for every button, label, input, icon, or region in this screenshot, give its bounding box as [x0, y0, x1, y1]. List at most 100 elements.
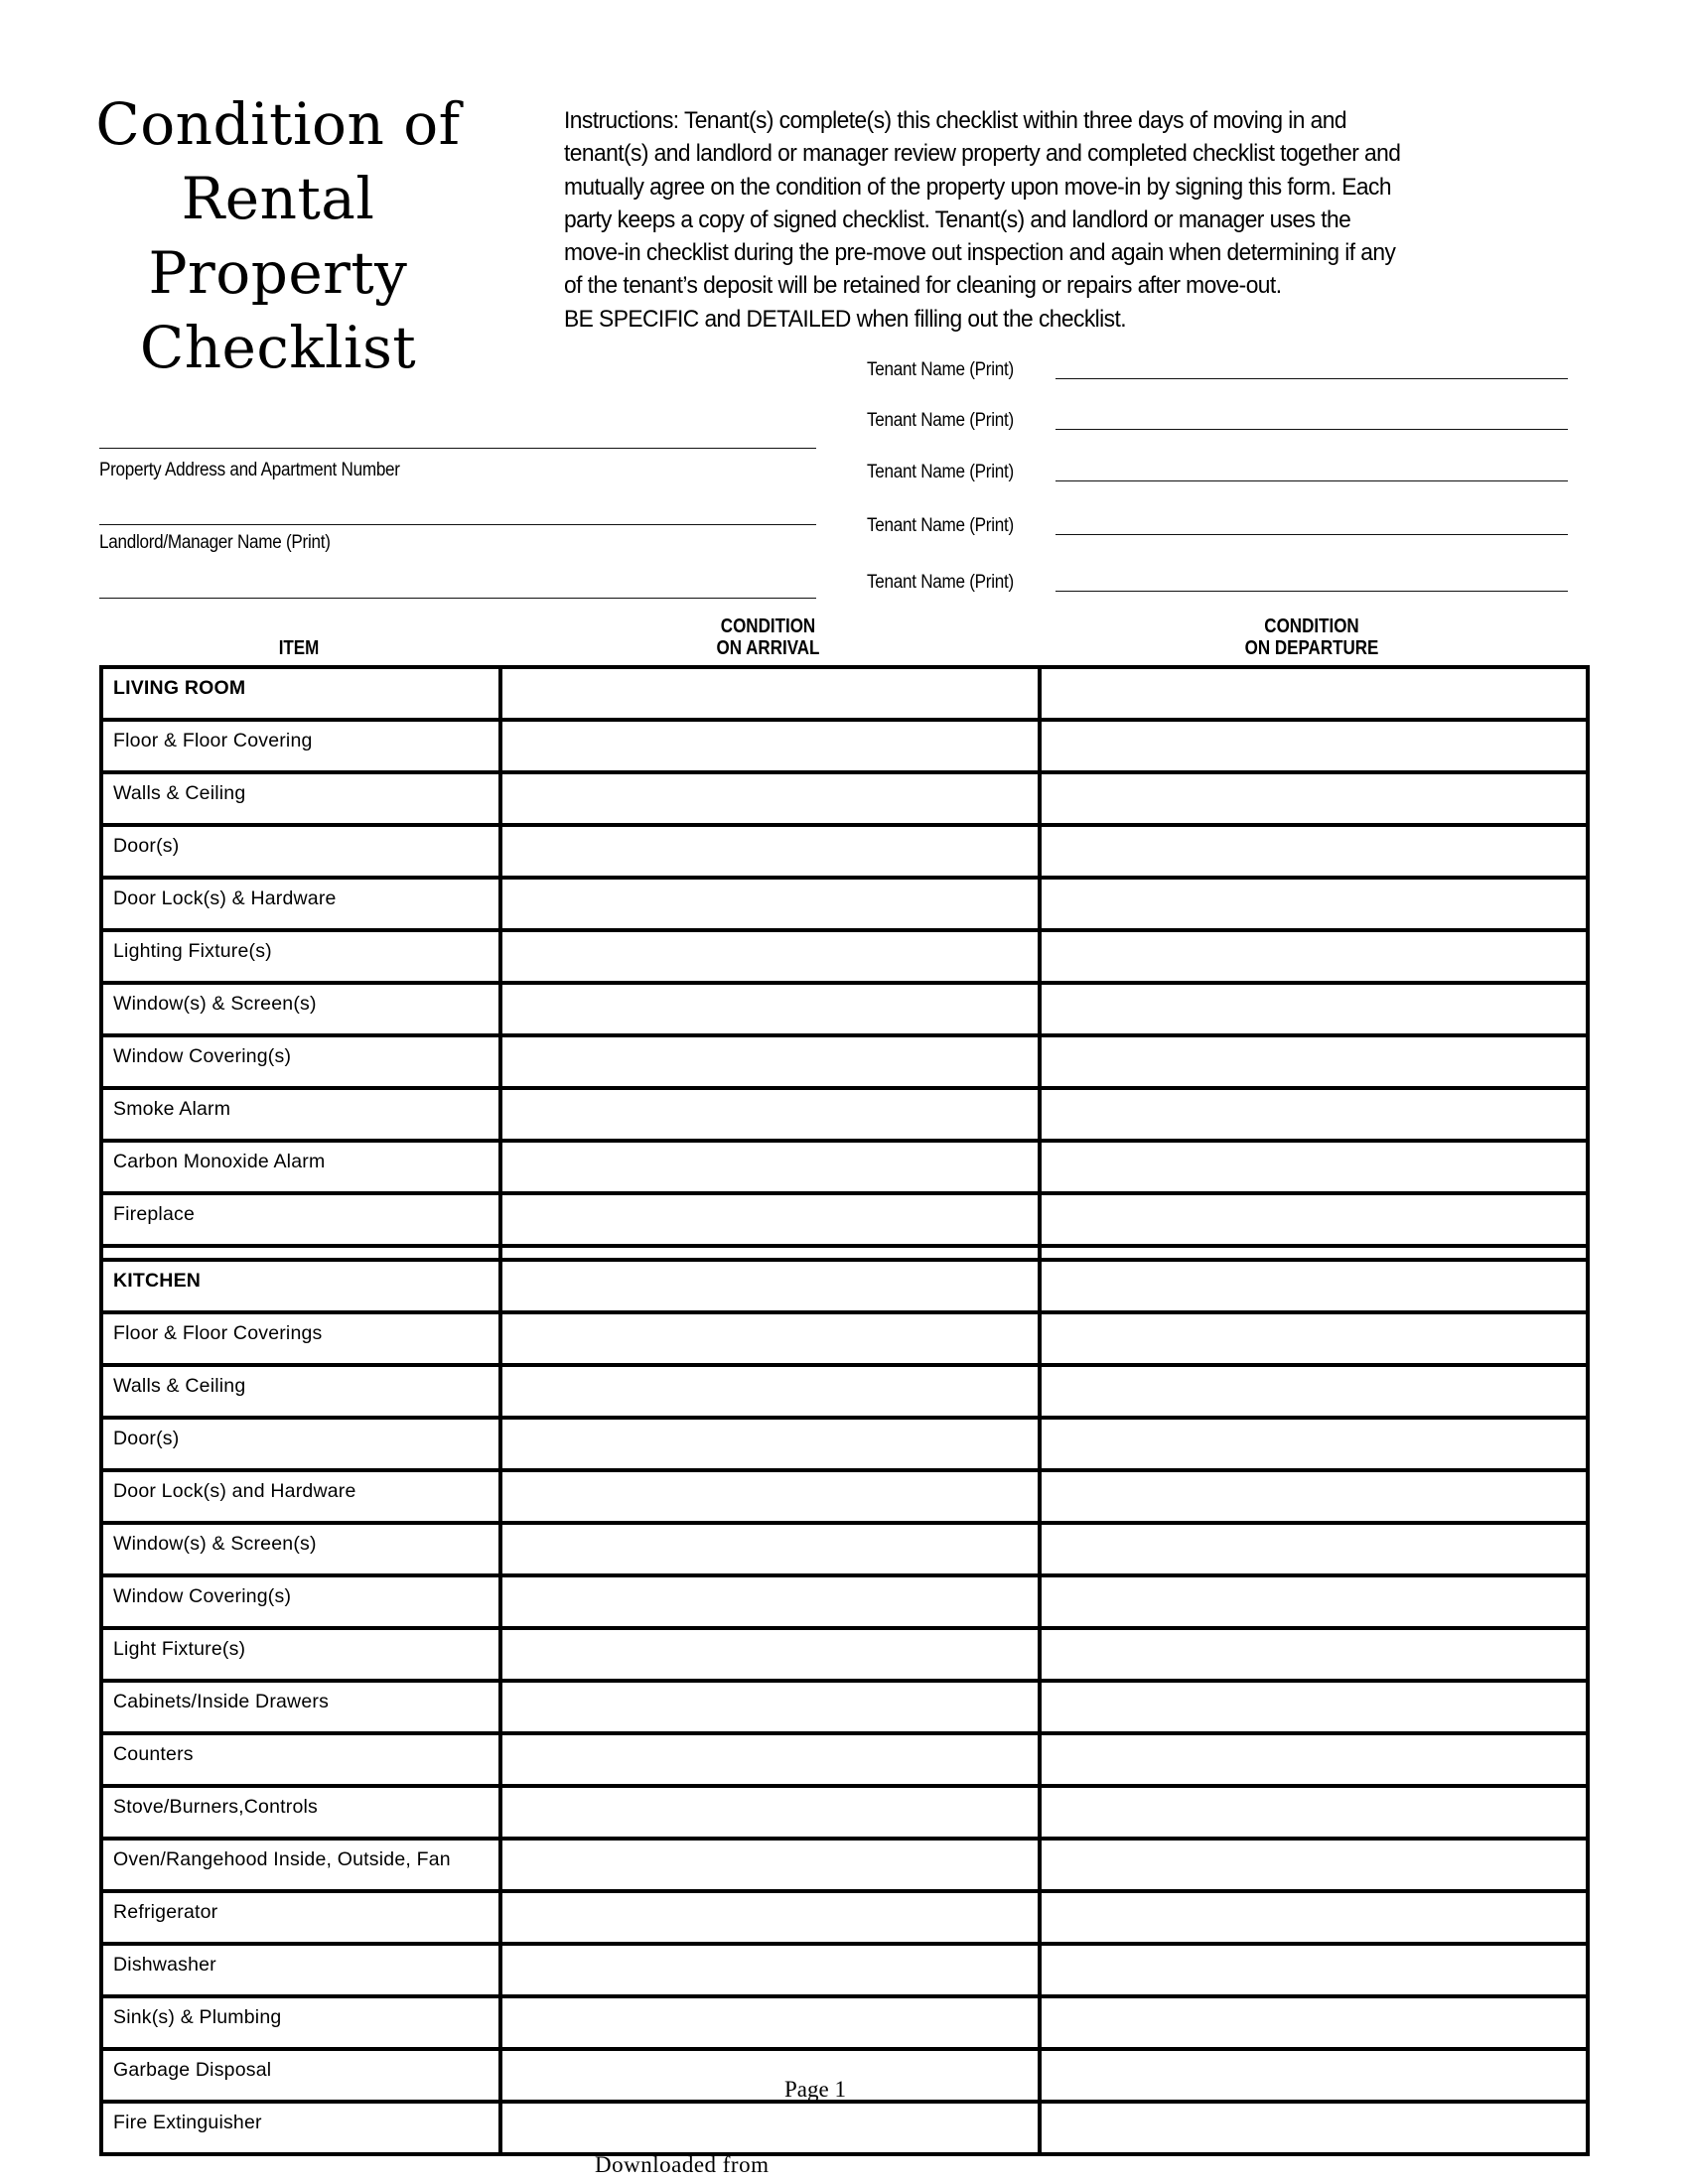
table-row: Light Fixture(s)	[99, 1626, 1590, 1683]
tenant-name-input-line[interactable]	[1055, 429, 1568, 430]
condition-on-departure-cell[interactable]	[1038, 2100, 1590, 2156]
condition-on-arrival-cell[interactable]	[498, 1889, 1042, 1946]
tenant-name-field[interactable]: Tenant Name (Print)	[867, 353, 1568, 383]
condition-on-departure-cell[interactable]	[1038, 1191, 1590, 1248]
condition-on-departure-cell[interactable]	[1038, 1521, 1590, 1577]
condition-on-departure-cell[interactable]	[1038, 1086, 1590, 1143]
tenant-name-label: Tenant Name (Print)	[867, 410, 1014, 431]
item-label: Door(s)	[99, 823, 502, 880]
condition-on-departure-cell[interactable]	[1038, 1942, 1590, 1998]
condition-on-arrival-cell[interactable]	[498, 1191, 1042, 1248]
condition-on-departure-cell[interactable]	[1038, 1468, 1590, 1525]
condition-on-arrival-cell[interactable]	[498, 876, 1042, 932]
spacer-cell	[1038, 1244, 1590, 1262]
item-label: Door(s)	[99, 1416, 502, 1472]
condition-on-arrival-cell[interactable]	[498, 1731, 1042, 1788]
condition-on-arrival-cell[interactable]	[498, 823, 1042, 880]
condition-on-arrival-cell[interactable]	[498, 1139, 1042, 1195]
condition-on-departure-cell[interactable]	[1038, 1310, 1590, 1367]
condition-on-departure-cell[interactable]	[1038, 1837, 1590, 1893]
title-line: Rental	[181, 165, 375, 232]
table-row: Floor & Floor Coverings	[99, 1310, 1590, 1367]
item-label: Floor & Floor Coverings	[99, 1310, 502, 1367]
condition-checklist-table: LIVING ROOM Floor & Floor Covering Walls &…	[99, 665, 1590, 2156]
condition-on-departure-cell[interactable]	[1038, 1784, 1590, 1841]
condition-on-arrival-cell[interactable]	[498, 1416, 1042, 1472]
item-label: Lighting Fixture(s)	[99, 928, 502, 985]
tenant-name-field[interactable]: Tenant Name (Print)	[867, 456, 1568, 485]
section-heading: LIVING ROOM	[99, 665, 502, 722]
property-address-input-line[interactable]	[99, 448, 816, 449]
condition-on-departure-cell[interactable]	[1038, 770, 1590, 827]
condition-on-departure-cell[interactable]	[1038, 1889, 1590, 1946]
tenant-name-input-line[interactable]	[1055, 480, 1568, 481]
condition-on-arrival-cell[interactable]	[498, 1784, 1042, 1841]
condition-on-arrival-cell[interactable]	[498, 1994, 1042, 2051]
condition-on-arrival-cell[interactable]	[498, 928, 1042, 985]
condition-on-arrival-cell[interactable]	[498, 1033, 1042, 1090]
tenant-name-field[interactable]: Tenant Name (Print)	[867, 404, 1568, 434]
condition-on-departure-cell[interactable]	[1038, 1679, 1590, 1735]
item-label: Counters	[99, 1731, 502, 1788]
item-label: Window(s) & Screen(s)	[99, 981, 502, 1037]
condition-on-departure-cell[interactable]	[1038, 981, 1590, 1037]
landlord-signature-line[interactable]	[99, 598, 816, 599]
landlord-name-input-line[interactable]	[99, 524, 816, 525]
item-label: Walls & Ceiling	[99, 1363, 502, 1420]
condition-on-arrival-cell[interactable]	[498, 1942, 1042, 1998]
condition-on-arrival-cell[interactable]	[498, 1626, 1042, 1683]
condition-on-arrival-cell[interactable]	[498, 1573, 1042, 1630]
condition-on-arrival-cell[interactable]	[498, 1363, 1042, 1420]
checklist-body: LIVING ROOM Floor & Floor Covering Walls &…	[99, 665, 1590, 2156]
table-row: Fireplace	[99, 1191, 1590, 1248]
condition-on-departure-cell[interactable]	[1038, 1139, 1590, 1195]
condition-on-arrival-cell[interactable]	[498, 1837, 1042, 1893]
condition-on-arrival-cell[interactable]	[498, 1258, 1042, 1314]
item-label: Carbon Monoxide Alarm	[99, 1139, 502, 1195]
condition-on-departure-cell[interactable]	[1038, 1363, 1590, 1420]
condition-on-arrival-cell[interactable]	[498, 1086, 1042, 1143]
table-row: Window(s) & Screen(s)	[99, 981, 1590, 1037]
table-row: Window Covering(s)	[99, 1033, 1590, 1090]
condition-on-arrival-cell[interactable]	[498, 718, 1042, 774]
condition-on-arrival-cell[interactable]	[498, 1468, 1042, 1525]
item-label: Refrigerator	[99, 1889, 502, 1946]
condition-on-arrival-cell[interactable]	[498, 1521, 1042, 1577]
condition-on-arrival-cell[interactable]	[498, 2047, 1042, 2104]
condition-on-departure-cell[interactable]	[1038, 876, 1590, 932]
condition-on-arrival-cell[interactable]	[498, 2100, 1042, 2156]
item-label: Door Lock(s) & Hardware	[99, 876, 502, 932]
table-row: Oven/Rangehood Inside, Outside, Fan	[99, 1837, 1590, 1893]
item-label: Door Lock(s) and Hardware	[99, 1468, 502, 1525]
tenant-name-input-line[interactable]	[1055, 591, 1568, 592]
tenant-name-field[interactable]: Tenant Name (Print)	[867, 566, 1568, 596]
property-address-label: Property Address and Apartment Number	[99, 460, 400, 480]
landlord-name-label: Landlord/Manager Name (Print)	[99, 532, 331, 553]
condition-on-departure-cell[interactable]	[1038, 1416, 1590, 1472]
condition-on-arrival-cell[interactable]	[498, 770, 1042, 827]
table-row: Counters	[99, 1731, 1590, 1788]
condition-on-departure-cell[interactable]	[1038, 1994, 1590, 2051]
condition-on-departure-cell[interactable]	[1038, 928, 1590, 985]
tenant-name-input-line[interactable]	[1055, 534, 1568, 535]
condition-on-departure-cell[interactable]	[1038, 1258, 1590, 1314]
condition-on-arrival-cell[interactable]	[498, 1679, 1042, 1735]
condition-on-departure-cell[interactable]	[1038, 1626, 1590, 1683]
condition-on-departure-cell[interactable]	[1038, 1033, 1590, 1090]
condition-on-arrival-cell[interactable]	[498, 665, 1042, 722]
condition-on-arrival-cell[interactable]	[498, 981, 1042, 1037]
tenant-name-input-line[interactable]	[1055, 378, 1568, 379]
section-row-kitchen: KITCHEN	[99, 1258, 1590, 1314]
title-line: Condition of	[95, 90, 461, 158]
condition-on-departure-cell[interactable]	[1038, 2047, 1590, 2104]
item-label: Light Fixture(s)	[99, 1626, 502, 1683]
column-header-departure: CONDITION ON DEPARTURE	[1078, 615, 1544, 659]
condition-on-departure-cell[interactable]	[1038, 823, 1590, 880]
condition-on-departure-cell[interactable]	[1038, 665, 1590, 722]
condition-on-departure-cell[interactable]	[1038, 1731, 1590, 1788]
table-row: Door(s)	[99, 1416, 1590, 1472]
condition-on-departure-cell[interactable]	[1038, 1573, 1590, 1630]
tenant-name-field[interactable]: Tenant Name (Print)	[867, 509, 1568, 539]
condition-on-departure-cell[interactable]	[1038, 718, 1590, 774]
condition-on-arrival-cell[interactable]	[498, 1310, 1042, 1367]
